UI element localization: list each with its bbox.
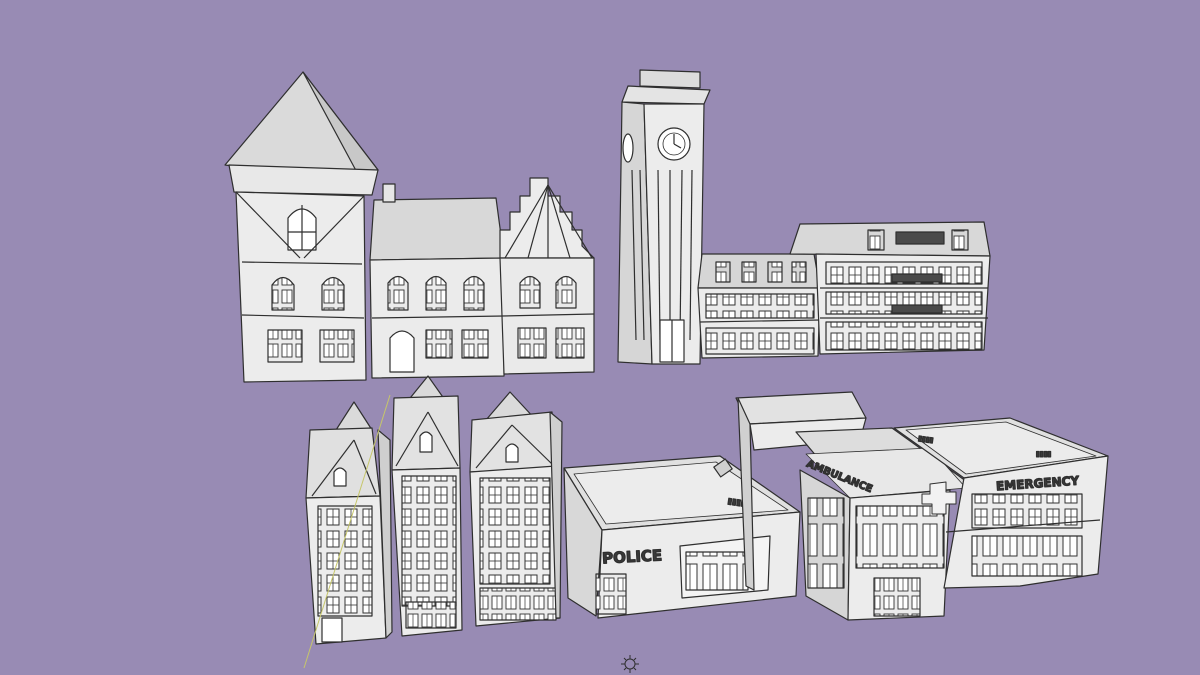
row-house-1-model[interactable] — [305, 401, 393, 645]
row-house-2-model[interactable] — [391, 375, 463, 637]
scene-origin-icon[interactable] — [621, 655, 639, 673]
police-sign-label: POLICE — [602, 546, 663, 567]
mansard-house-small-model[interactable] — [697, 253, 821, 359]
svg-text:▮▮▮▮: ▮▮▮▮ — [1036, 450, 1052, 458]
town-hall-model[interactable] — [224, 71, 595, 383]
police-station-model[interactable]: ▮▮▮▮▮ POLICE — [563, 455, 801, 619]
3d-viewport[interactable]: ▮▮▮▮▮ POLICE AMBULANCE ▮▮▮▮ ▮▮▮▮ EMERGEN… — [0, 0, 1200, 675]
clock-tower-model[interactable] — [617, 69, 711, 365]
row-house-3-model[interactable] — [469, 391, 563, 627]
mansard-house-large-model[interactable] — [789, 221, 991, 355]
